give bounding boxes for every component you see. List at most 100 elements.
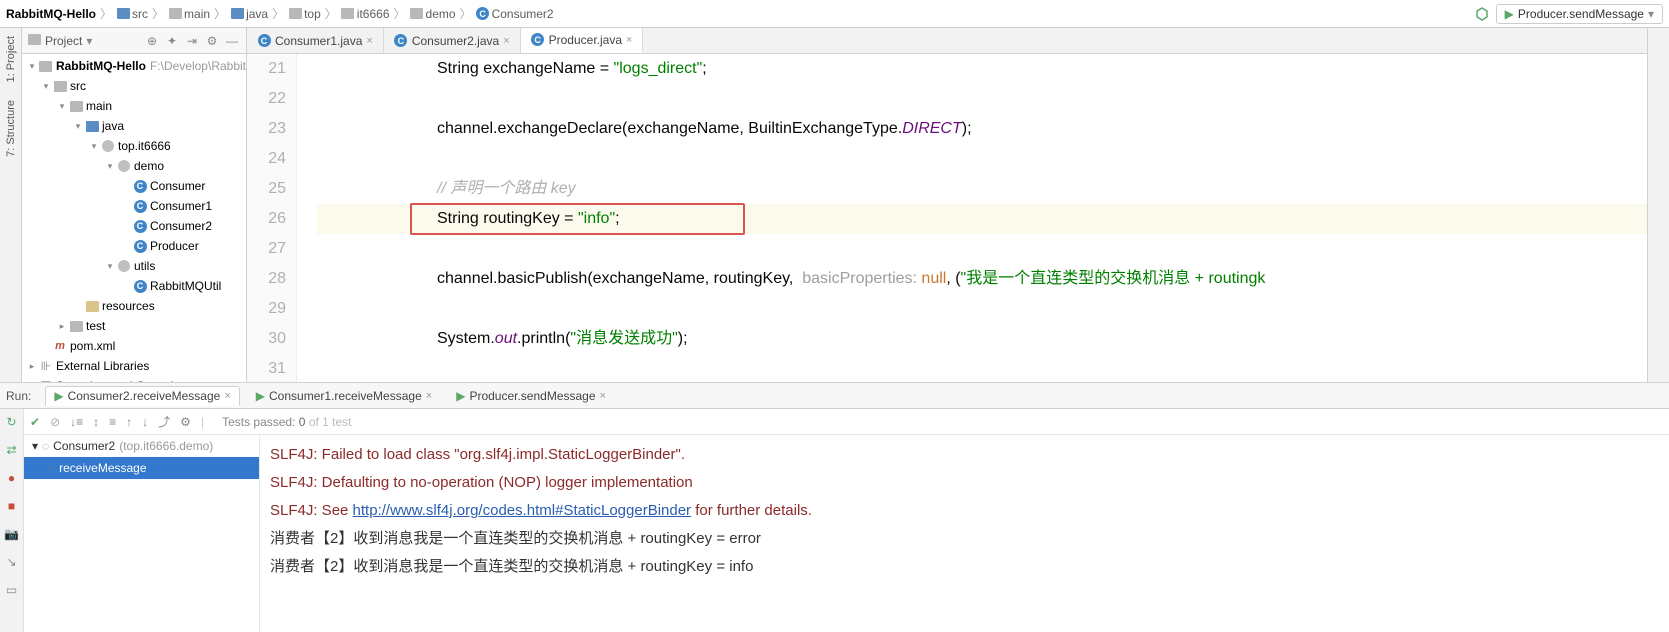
expand-icon[interactable]: ✦ — [164, 33, 180, 49]
breadcrumb-item[interactable]: demo — [410, 7, 456, 21]
expander-icon[interactable]: ▾ — [72, 121, 84, 132]
code-line[interactable] — [317, 144, 1647, 174]
run-tab[interactable]: ▶Consumer2.receiveMessage× — [45, 386, 239, 406]
code-line[interactable] — [317, 84, 1647, 114]
test-tree-node[interactable]: ◌receiveMessage — [24, 457, 259, 479]
project-panel-title[interactable]: Project ▾ — [28, 34, 140, 48]
editor-tab[interactable]: CProducer.java× — [521, 28, 644, 53]
collapse-all-icon[interactable]: ≡ — [109, 415, 116, 429]
sort-icon[interactable]: ↓≡ — [70, 415, 83, 429]
line-number[interactable]: 23 — [247, 114, 286, 144]
tree-node[interactable]: CProducer — [22, 236, 246, 256]
test-tree[interactable]: ▾◌Consumer2 (top.it6666.demo)◌receiveMes… — [24, 435, 260, 632]
tree-node[interactable]: ▾demo — [22, 156, 246, 176]
line-number[interactable]: 24 — [247, 144, 286, 174]
code-line[interactable]: System.out.println("消息发送成功"); — [317, 324, 1647, 354]
expand-all-icon[interactable]: ↕ — [93, 415, 99, 429]
show-ignored-icon[interactable]: ⊘ — [50, 415, 60, 429]
breadcrumb-item[interactable]: it6666 — [341, 7, 390, 21]
rail-project-button[interactable]: 1: Project — [5, 36, 17, 82]
expander-icon[interactable]: ▾ — [40, 81, 52, 92]
gear-icon[interactable]: ⚙ — [204, 33, 220, 49]
close-icon[interactable]: × — [426, 390, 432, 402]
code-editor[interactable]: 2122232425262728293031 String exchangeNa… — [247, 54, 1647, 382]
close-icon[interactable]: × — [224, 390, 230, 402]
expander-icon[interactable]: ▾ — [32, 439, 38, 453]
show-passed-icon[interactable]: ✔ — [30, 415, 40, 429]
rail-structure-button[interactable]: 7: Structure — [5, 100, 17, 157]
breadcrumb-item[interactable]: main — [168, 7, 210, 21]
tree-node[interactable]: ▾java — [22, 116, 246, 136]
console-link[interactable]: http://www.slf4j.org/codes.html#StaticLo… — [353, 502, 692, 519]
rerun-icon[interactable]: ↻ — [3, 413, 21, 431]
project-tree[interactable]: ▾RabbitMQ-HelloF:\Develop\Rabbit▾src▾mai… — [22, 54, 246, 382]
toggle-icon[interactable]: ⇄ — [3, 441, 21, 459]
line-number[interactable]: 31 — [247, 354, 286, 382]
editor-tab[interactable]: CConsumer1.java× — [247, 28, 384, 53]
tree-node[interactable]: ▾RabbitMQ-HelloF:\Develop\Rabbit — [22, 56, 246, 76]
tree-node[interactable]: CConsumer — [22, 176, 246, 196]
editor-tab[interactable]: CConsumer2.java× — [384, 28, 521, 53]
breadcrumb-item[interactable]: top — [288, 7, 321, 21]
expander-icon[interactable]: ▾ — [104, 261, 116, 272]
test-tree-node[interactable]: ▾◌Consumer2 (top.it6666.demo) — [24, 435, 259, 457]
line-number[interactable]: 21 — [247, 54, 286, 84]
prev-icon[interactable]: ↑ — [126, 415, 132, 429]
breadcrumb-item[interactable]: src — [116, 7, 148, 21]
collapse-icon[interactable]: ⇥ — [184, 33, 200, 49]
tree-node[interactable]: resources — [22, 296, 246, 316]
close-icon[interactable]: × — [600, 390, 606, 402]
tree-node[interactable]: ▾src — [22, 76, 246, 96]
layout-icon[interactable]: ▭ — [3, 581, 21, 599]
expander-icon[interactable]: ▾ — [88, 141, 100, 152]
code-line[interactable]: channel.basicPublish(exchangeName, routi… — [317, 264, 1647, 294]
debug-icon[interactable]: ● — [3, 469, 21, 487]
tree-node[interactable]: ▾utils — [22, 256, 246, 276]
close-icon[interactable]: × — [503, 35, 509, 47]
tree-node[interactable]: mpom.xml — [22, 336, 246, 356]
run-config-selector[interactable]: ▶ Producer.sendMessage ▾ — [1496, 4, 1663, 24]
close-icon[interactable]: × — [626, 34, 632, 46]
line-number[interactable]: 28 — [247, 264, 286, 294]
line-number[interactable]: 27 — [247, 234, 286, 264]
dump-icon[interactable]: 📷 — [3, 525, 21, 543]
hide-icon[interactable]: — — [224, 33, 240, 49]
code-line[interactable]: channel.exchangeDeclare(exchangeName, Bu… — [317, 114, 1647, 144]
tree-node[interactable]: ▸⊪External Libraries — [22, 356, 246, 376]
line-number[interactable]: 26 — [247, 204, 286, 234]
expander-icon[interactable]: ▾ — [104, 161, 116, 172]
line-number[interactable]: 22 — [247, 84, 286, 114]
expander-icon[interactable]: ▾ — [26, 61, 38, 72]
breadcrumb-item[interactable]: RabbitMQ-Hello — [6, 7, 96, 21]
tree-node[interactable]: ▾main — [22, 96, 246, 116]
breadcrumb-item[interactable]: java — [230, 7, 268, 21]
exit-icon[interactable]: ↘ — [3, 553, 21, 571]
build-icon[interactable] — [1474, 6, 1490, 22]
breadcrumb-item[interactable]: CConsumer2 — [476, 7, 554, 21]
expander-icon[interactable]: ▸ — [26, 361, 38, 372]
code-line[interactable]: String exchangeName = "logs_direct"; — [317, 54, 1647, 84]
console-output[interactable]: SLF4J: Failed to load class "org.slf4j.i… — [260, 435, 1669, 632]
locate-icon[interactable]: ⊕ — [144, 33, 160, 49]
tree-node[interactable]: ▾top.it6666 — [22, 136, 246, 156]
tree-node[interactable]: CConsumer2 — [22, 216, 246, 236]
close-icon[interactable]: × — [366, 35, 372, 47]
code-line[interactable] — [317, 234, 1647, 264]
code-line[interactable]: // 声明一个路由 key — [317, 174, 1647, 204]
line-number[interactable]: 25 — [247, 174, 286, 204]
expander-icon[interactable]: ▸ — [56, 321, 68, 332]
code-line[interactable] — [317, 354, 1647, 382]
expander-icon[interactable]: ▾ — [56, 101, 68, 112]
tree-node[interactable]: CConsumer1 — [22, 196, 246, 216]
run-tab[interactable]: ▶Consumer1.receiveMessage× — [248, 386, 440, 406]
export-icon[interactable]: ⤴ — [158, 413, 170, 430]
next-icon[interactable]: ↓ — [142, 415, 148, 429]
stop-icon[interactable]: ■ — [3, 497, 21, 515]
tree-node[interactable]: CRabbitMQUtil — [22, 276, 246, 296]
line-number[interactable]: 29 — [247, 294, 286, 324]
settings-icon[interactable]: ⚙ — [180, 415, 191, 429]
run-tab[interactable]: ▶Producer.sendMessage× — [448, 386, 614, 406]
code-line[interactable] — [317, 294, 1647, 324]
line-number[interactable]: 30 — [247, 324, 286, 354]
tree-node[interactable]: ▸test — [22, 316, 246, 336]
